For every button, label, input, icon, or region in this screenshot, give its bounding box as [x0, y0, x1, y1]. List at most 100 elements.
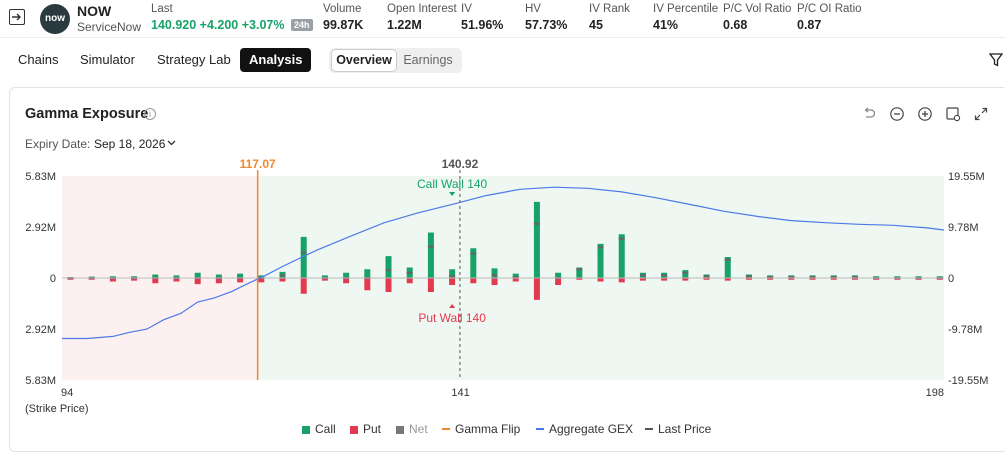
call-bar [618, 234, 625, 278]
legend-item-net[interactable]: Net [396, 422, 428, 436]
net-marker [745, 275, 752, 278]
legend-item-last-price[interactable]: Last Price [645, 422, 711, 436]
price-change-pct: +3.07% [241, 18, 285, 32]
put-bar [533, 278, 540, 300]
quote-header: now NOW ServiceNow Last 140.920 +4.200 +… [0, 0, 1005, 38]
stat-value-volume: 99.87K [323, 18, 364, 32]
put-bar [300, 278, 307, 294]
tab-analysis[interactable]: Analysis [240, 48, 312, 72]
put-bar [491, 278, 498, 285]
tab-chains[interactable]: Chains [18, 48, 58, 72]
ticker-symbol: NOW [77, 3, 112, 19]
call-wall-label: Call Wall 140 [417, 177, 488, 191]
x-tick-label: 141 [451, 387, 469, 399]
exit-icon[interactable] [9, 9, 25, 25]
last-price: 140.920 [151, 18, 197, 32]
chevron-down-icon[interactable] [167, 140, 176, 146]
stat-label-iv: IV [461, 3, 472, 15]
x-axis-label: (Strike Price) [25, 403, 89, 415]
zoom-out-icon[interactable] [889, 106, 905, 122]
y-right-tick-label: -9.78M [948, 324, 982, 336]
expand-icon[interactable] [973, 106, 989, 122]
stat-value-open-interest: 1.22M [387, 18, 422, 32]
call-bar [427, 232, 434, 278]
company-logo: now [40, 4, 70, 34]
call-bar [491, 268, 498, 278]
price-change: +4.200 [199, 18, 239, 32]
stat-value-pc-oi-ratio: 0.87 [797, 18, 822, 32]
call-bar [533, 201, 540, 278]
legend-item-gamma-flip[interactable]: Gamma Flip [442, 422, 520, 436]
legend-item-put[interactable]: Put [350, 422, 381, 436]
net-marker [300, 251, 307, 254]
net-marker [427, 245, 434, 248]
net-marker [597, 246, 604, 249]
tab-strategy-lab[interactable]: Strategy Lab [157, 48, 231, 72]
stat-label-open-interest: Open Interest [387, 3, 457, 15]
legend-item-aggregate-gex[interactable]: Aggregate GEX [536, 422, 633, 436]
put-bar [279, 278, 286, 282]
net-marker [491, 274, 498, 277]
legend-label-net: Net [409, 422, 428, 436]
put-bar [597, 278, 604, 282]
call-bar [385, 256, 392, 278]
legend-label-last-price: Last Price [658, 422, 712, 436]
net-marker [639, 274, 646, 277]
net-marker [279, 274, 286, 277]
net-marker [406, 271, 413, 274]
x-tick-label: 94 [61, 387, 73, 399]
legend-label-call: Call [315, 422, 336, 436]
call-bar [597, 243, 604, 278]
stat-value-pc-vol-ratio: 0.68 [723, 18, 748, 32]
view-switcher: Overview Earnings [329, 48, 462, 73]
net-marker [703, 275, 710, 278]
stat-label-pc-oi-ratio: P/C OI Ratio [797, 3, 862, 15]
put-wall-label: Put Wall 140 [418, 311, 486, 325]
chart-legend: Call Put Net Gamma Flip Aggregate GEX La… [0, 422, 1005, 438]
legend-item-call[interactable]: Call [302, 422, 336, 436]
call-bar [682, 270, 689, 278]
stat-label-iv-percentile: IV Percentile [653, 3, 719, 15]
save-image-icon[interactable] [945, 106, 961, 122]
x-tick-label: 198 [926, 387, 944, 399]
y-right-tick-label: 9.78M [948, 222, 979, 234]
put-bar [427, 278, 434, 292]
last-label: Last [151, 3, 173, 15]
tab-simulator[interactable]: Simulator [80, 48, 135, 72]
net-marker [682, 271, 689, 274]
company-name: ServiceNow [77, 20, 142, 34]
stat-label-volume: Volume [323, 3, 362, 15]
last-price-label: 140.92 [442, 157, 479, 171]
y-left-tick-label: 2.92M [25, 222, 56, 234]
net-marker [618, 237, 625, 240]
put-bar [470, 278, 477, 284]
expiry-label: Expiry Date: [25, 137, 91, 151]
stat-value-iv-percentile: 41% [653, 18, 679, 32]
y-left-tick-label: 5.83M [25, 375, 56, 387]
view-earnings[interactable]: Earnings [396, 50, 460, 71]
expiry-select[interactable]: Sep 18, 2026 [94, 137, 165, 151]
put-bar [449, 278, 456, 285]
info-icon[interactable]: i [144, 108, 156, 120]
stat-value-hv: 57.73% [525, 18, 568, 32]
stat-value-iv: 51.96% [461, 18, 504, 32]
stat-label-iv-rank: IV Rank [589, 3, 630, 15]
gamma-exposure-chart: 5.83M 2.92M 0 2.92M 5.83M 19.55M 9.78M 0 -9.78M -… [25, 157, 988, 415]
legend-label-put: Put [363, 422, 382, 436]
last-price-group: 140.920 +4.200 +3.07% 24h [151, 18, 313, 32]
put-bar [512, 278, 519, 282]
main-tabs: Chains Simulator Strategy Lab Analysis [0, 48, 320, 72]
call-bar [364, 269, 371, 278]
legend-label-gamma-flip: Gamma Flip [455, 422, 521, 436]
net-marker [470, 252, 477, 255]
view-overview[interactable]: Overview [332, 50, 396, 71]
card-title: Gamma Exposure [25, 106, 149, 122]
zoom-in-icon[interactable] [917, 106, 933, 122]
filter-icon[interactable] [989, 53, 1003, 67]
stat-value-iv-rank: 45 [589, 18, 603, 32]
stat-label-hv: HV [525, 3, 541, 15]
put-bar [385, 278, 392, 292]
y-right-tick-label: 0 [948, 273, 954, 285]
legend-label-aggregate-gex: Aggregate GEX [549, 422, 634, 436]
undo-icon[interactable] [861, 106, 877, 122]
